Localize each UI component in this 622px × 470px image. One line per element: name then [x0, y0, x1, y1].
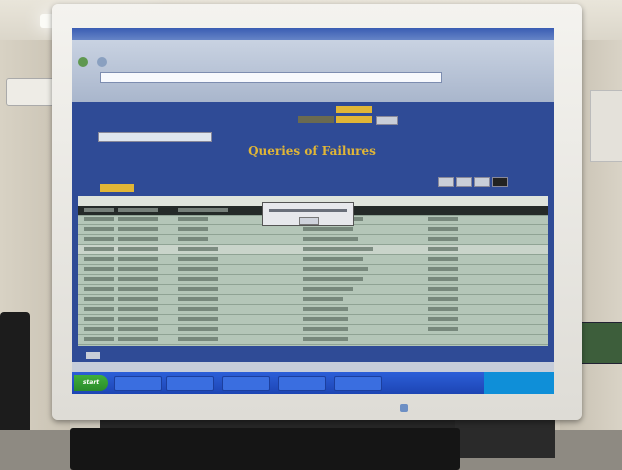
filter-input[interactable]: [100, 184, 134, 192]
back-icon[interactable]: [78, 57, 88, 67]
wall-shelf: [590, 90, 622, 162]
links-bar: [72, 86, 554, 100]
field-label: [298, 116, 334, 123]
taskbar-item[interactable]: [114, 376, 162, 391]
go-button[interactable]: [376, 116, 398, 125]
table-row[interactable]: [78, 275, 548, 285]
page-title: Queries of Failures: [248, 144, 376, 158]
power-button-icon[interactable]: [400, 404, 408, 412]
table-row[interactable]: [78, 285, 548, 295]
office-chair: [0, 312, 30, 442]
alert-message: [269, 209, 347, 212]
taskbar-item[interactable]: [166, 376, 214, 391]
status-button[interactable]: [438, 177, 454, 187]
browser-toolbar: [72, 52, 554, 68]
address-bar[interactable]: [100, 72, 442, 83]
status-button[interactable]: [456, 177, 472, 187]
table-row[interactable]: [78, 255, 548, 265]
table-row[interactable]: [78, 305, 548, 315]
web-page: Queries of Failures: [72, 102, 554, 386]
menu-bar: [72, 40, 554, 50]
address-row: [72, 70, 554, 84]
air-conditioner: [6, 78, 56, 106]
table-row[interactable]: [78, 325, 548, 335]
pagination: [78, 350, 548, 362]
taskbar: start: [72, 372, 554, 394]
table-row[interactable]: [78, 295, 548, 305]
system-tray: [484, 372, 554, 394]
table-row[interactable]: [78, 235, 548, 245]
table-row[interactable]: [78, 225, 548, 235]
table-row[interactable]: [78, 335, 548, 345]
search-input[interactable]: [98, 132, 212, 142]
ok-button[interactable]: [299, 217, 319, 225]
monitor-screen: Queries of Failures start: [72, 28, 554, 394]
date-field[interactable]: [336, 106, 372, 113]
taskbar-item[interactable]: [334, 376, 382, 391]
keyboard: [70, 428, 460, 470]
side-device: [578, 322, 622, 364]
taskbar-item[interactable]: [222, 376, 270, 391]
window-controls: [520, 30, 550, 38]
browser-chrome: [72, 28, 554, 102]
window-titlebar: [72, 28, 554, 40]
status-button[interactable]: [474, 177, 490, 187]
page-number-box[interactable]: [86, 352, 100, 359]
start-button[interactable]: start: [74, 375, 108, 391]
browser-status-bar: [72, 362, 554, 372]
taskbar-item[interactable]: [278, 376, 326, 391]
status-buttons: [436, 172, 546, 187]
table-row[interactable]: [78, 265, 548, 275]
failures-table: [78, 196, 548, 346]
date-field-2[interactable]: [336, 116, 372, 123]
alert-dialog[interactable]: [262, 202, 354, 226]
table-row[interactable]: [78, 245, 548, 255]
status-button[interactable]: [492, 177, 508, 187]
forward-icon[interactable]: [97, 57, 107, 67]
table-row[interactable]: [78, 315, 548, 325]
